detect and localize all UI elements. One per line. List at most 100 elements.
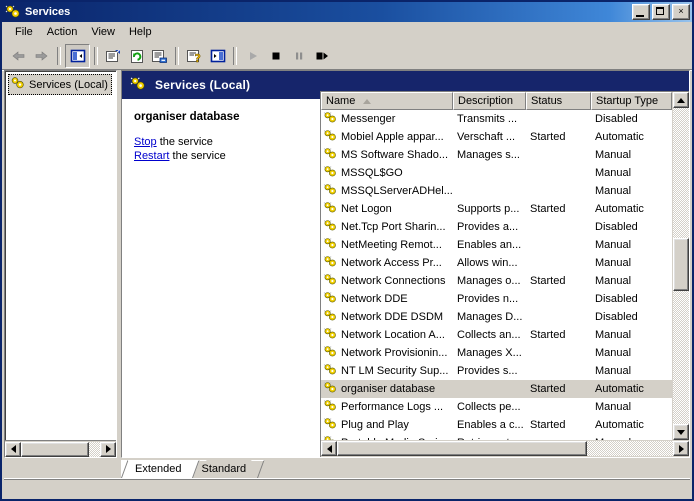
help-icon[interactable]: ?	[183, 45, 206, 67]
table-row[interactable]: NetMeeting Remot... Enables an... Manual	[321, 236, 672, 254]
stop-service-icon[interactable]	[264, 45, 287, 67]
close-button[interactable]: ×	[672, 4, 690, 20]
service-name-label: Messenger	[341, 113, 396, 125]
service-gear-icon	[323, 111, 338, 127]
table-row[interactable]: Net.Tcp Port Sharin... Provides a... Disab…	[321, 218, 672, 236]
table-row[interactable]: MS Software Shado... Manages s... Manual	[321, 146, 672, 164]
cell-startup: Manual	[595, 239, 632, 251]
table-row[interactable]: Network DDE Provides n... Disabled	[321, 290, 672, 308]
cell-startup: Manual	[595, 257, 632, 269]
cell-name: MSSQLServerADHel...	[321, 183, 453, 199]
column-header-label: Name	[326, 95, 356, 107]
table-row[interactable]: Network Location A... Collects an... Start…	[321, 326, 672, 344]
menu-view[interactable]: View	[84, 24, 122, 40]
service-gear-icon	[323, 237, 338, 253]
export-list-icon[interactable]	[148, 45, 171, 67]
forward-arrow-icon[interactable]	[30, 45, 53, 67]
show-hide-console-tree-icon[interactable]	[65, 44, 90, 68]
refresh-icon[interactable]	[125, 45, 148, 67]
results-pane: Services (Local) organiser database Stop…	[121, 70, 690, 458]
table-row[interactable]: Performance Logs ... Collects pe... Manual	[321, 398, 672, 416]
scroll-up-button[interactable]	[673, 92, 689, 108]
table-row[interactable]: Net Logon Supports p... Started Automatic	[321, 200, 672, 218]
cell-description: Provides n...	[457, 293, 519, 305]
stop-service-link[interactable]: Stop	[134, 136, 157, 148]
cell-name: Network Location A...	[321, 327, 453, 343]
scroll-track[interactable]	[337, 441, 673, 456]
cell-description: Transmits ...	[457, 113, 518, 125]
console-tree-pane: Services (Local)	[4, 70, 117, 458]
toolbar: ?	[2, 43, 692, 70]
service-name-label: MS Software Shado...	[341, 149, 448, 161]
table-row[interactable]: Network Connections Manages o... Started Ma…	[321, 272, 672, 290]
service-name-label: Network Location A...	[341, 329, 445, 341]
cell-name: NT LM Security Sup...	[321, 363, 453, 379]
tree-node-label: Services (Local)	[29, 78, 108, 91]
restart-service-link[interactable]: Restart	[134, 150, 169, 162]
cell-name: MSSQL$GO	[321, 165, 453, 181]
list-vertical-scrollbar[interactable]	[672, 92, 689, 440]
service-gear-icon	[323, 381, 338, 397]
cell-name: Messenger	[321, 111, 453, 127]
column-header-status[interactable]: Status	[526, 92, 591, 110]
column-header-startup-type[interactable]: Startup Type	[591, 92, 672, 110]
cell-description: Manages o...	[457, 275, 521, 287]
scroll-thumb[interactable]	[673, 237, 689, 292]
table-row[interactable]: MSSQL$GO Manual	[321, 164, 672, 182]
properties-icon[interactable]	[102, 45, 125, 67]
cell-startup: Automatic	[595, 383, 644, 395]
table-row[interactable]: organiser database Started Automatic	[321, 380, 672, 398]
table-row[interactable]: Network Access Pr... Allows win... Manual	[321, 254, 672, 272]
scroll-track[interactable]	[673, 108, 689, 424]
cell-name: Performance Logs ...	[321, 399, 453, 415]
show-action-pane-icon[interactable]	[206, 45, 229, 67]
service-name-label: Net.Tcp Port Sharin...	[341, 221, 446, 233]
cell-description: Supports p...	[457, 203, 520, 215]
scroll-right-button[interactable]	[100, 441, 116, 457]
table-row[interactable]: NT LM Security Sup... Provides s... Manual	[321, 362, 672, 380]
service-name-label: NT LM Security Sup...	[341, 365, 449, 377]
menu-help[interactable]: Help	[122, 24, 159, 40]
table-row[interactable]: Mobiel Apple appar... Verschaft ... Starte…	[321, 128, 672, 146]
service-name-label: NetMeeting Remot...	[341, 239, 442, 251]
maximize-button[interactable]	[652, 4, 670, 20]
console-tree: Services (Local)	[5, 71, 116, 440]
service-name-label: Mobiel Apple appar...	[341, 131, 444, 143]
service-name-label: Performance Logs ...	[341, 401, 444, 413]
table-row[interactable]: Plug and Play Enables a c... Started Automa…	[321, 416, 672, 434]
scroll-down-button[interactable]	[673, 424, 689, 440]
scroll-left-button[interactable]	[321, 441, 337, 456]
tree-horizontal-scrollbar[interactable]	[5, 440, 116, 457]
back-arrow-icon[interactable]	[7, 45, 30, 67]
tree-node-services-local[interactable]: Services (Local)	[8, 74, 112, 95]
column-header-label: Description	[458, 95, 514, 107]
service-name-label: MSSQL$GO	[341, 167, 403, 179]
list-horizontal-scrollbar[interactable]	[321, 440, 689, 457]
table-row[interactable]: Network Provisionin... Manages X... Manual	[321, 344, 672, 362]
scroll-left-button[interactable]	[5, 441, 21, 457]
tab-extended[interactable]: Extended	[121, 460, 194, 478]
minimize-button[interactable]	[632, 4, 650, 20]
cell-description: Allows win...	[457, 257, 518, 269]
cell-startup: Manual	[595, 329, 632, 341]
column-header-description[interactable]: Description	[453, 92, 526, 110]
table-row[interactable]: Messenger Transmits ... Disabled	[321, 110, 672, 128]
scroll-thumb[interactable]	[21, 441, 89, 457]
close-icon: ×	[678, 6, 684, 16]
restart-service-icon[interactable]	[310, 45, 333, 67]
scroll-track[interactable]	[21, 441, 100, 457]
cell-description: Verschaft ...	[457, 131, 516, 143]
start-service-icon[interactable]	[241, 45, 264, 67]
title-bar: Services ×	[2, 2, 692, 22]
pause-service-icon[interactable]	[287, 45, 310, 67]
scroll-right-button[interactable]	[673, 441, 689, 456]
menu-action[interactable]: Action	[40, 24, 85, 40]
menu-file[interactable]: File	[8, 24, 40, 40]
table-row[interactable]: MSSQLServerADHel... Manual	[321, 182, 672, 200]
stop-service-line: Stop the service	[134, 136, 318, 148]
scroll-thumb[interactable]	[337, 441, 587, 456]
tab-label: Extended	[135, 463, 182, 475]
column-header-name[interactable]: Name	[321, 92, 453, 110]
table-row[interactable]: Network DDE DSDM Manages D... Disabled	[321, 308, 672, 326]
cell-status: Started	[530, 275, 566, 287]
